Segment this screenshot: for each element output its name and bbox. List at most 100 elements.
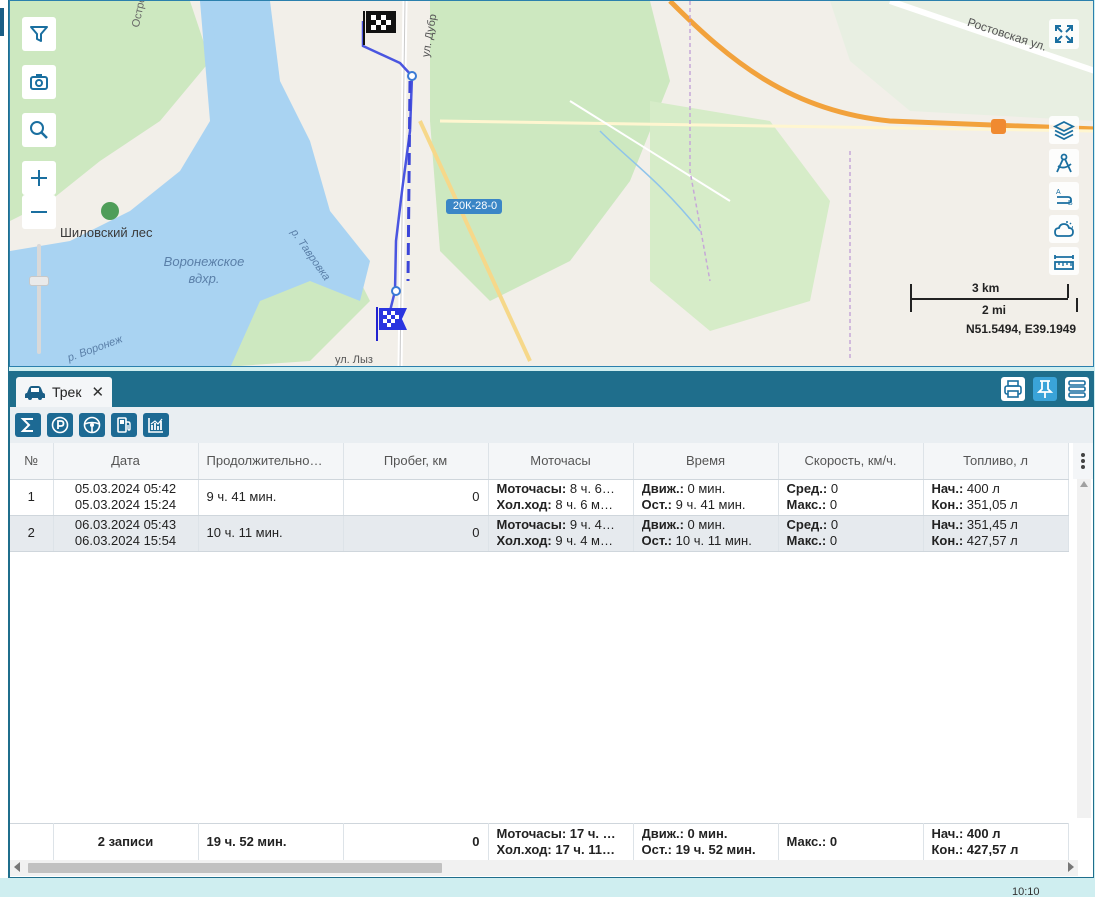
column-header-num[interactable]: № (10, 443, 54, 480)
close-icon[interactable]: ✕ (91, 383, 104, 401)
summary-fuel-end: Кон.: 427,57 л (931, 841, 1019, 857)
sum-icon (20, 418, 33, 432)
track-panel: Трек ✕ № Дата Продолжительно… Пробег, км… (9, 371, 1094, 878)
column-header-speed[interactable]: Скорость, км/ч. (778, 443, 924, 480)
table-summary: 2 записи 19 ч. 52 мин. 0 Моточасы: 17 ч.… (10, 823, 1069, 860)
column-menu-button[interactable] (1073, 443, 1093, 479)
column-header-duration[interactable]: Продолжительно… (198, 443, 344, 480)
zoom-slider-track[interactable] (37, 244, 41, 354)
horizontal-scroll-thumb[interactable] (28, 863, 442, 873)
summary-row: 2 записи 19 ч. 52 мин. 0 Моточасы: 17 ч.… (10, 823, 1069, 860)
moto-label: Моточасы: (496, 517, 567, 532)
zoom-out-icon (31, 211, 47, 213)
row-fuel: Нач.: 400 л Кон.: 351,05 л (923, 479, 1069, 516)
table-row[interactable]: 2 06.03.2024 05:43 06.03.2024 15:54 10 ч.… (10, 515, 1069, 552)
move-label: Движ.: (641, 517, 684, 532)
pin-button[interactable] (1033, 377, 1057, 401)
summary-idle: Хол.ход: 17 ч. 11… (496, 841, 615, 857)
tab-track[interactable]: Трек ✕ (16, 377, 112, 407)
column-header-engine-hours[interactable]: Моточасы (488, 443, 634, 480)
avg-label: Сред.: (786, 517, 828, 532)
search-icon (30, 121, 48, 139)
row-fuel: Нач.: 351,45 л Кон.: 427,57 л (923, 515, 1069, 552)
map-view[interactable]: Острогожская ул. Шиловский лес Воронежск… (9, 0, 1094, 367)
search-button[interactable] (22, 113, 56, 147)
column-header-date[interactable]: Дата (53, 443, 199, 480)
row-duration: 10 ч. 11 мин. (198, 515, 344, 552)
left-edge-panel (0, 0, 9, 878)
chart-button[interactable] (143, 413, 169, 437)
filter-button[interactable] (22, 17, 56, 51)
row-duration: 9 ч. 41 мин. (198, 479, 344, 516)
fullscreen-button[interactable] (1049, 19, 1079, 49)
zoom-out-button[interactable] (22, 195, 56, 229)
layout-icon (1068, 380, 1086, 398)
layers-button[interactable] (1049, 116, 1079, 144)
taskbar-clock: 10:10 (1012, 886, 1040, 897)
max-label: Макс.: (786, 497, 827, 512)
column-header-fuel[interactable]: Топливо, л (923, 443, 1069, 480)
measure-button[interactable] (1049, 149, 1079, 177)
print-button[interactable] (1001, 377, 1025, 401)
summary-empty-cell (10, 823, 54, 860)
map-scale: 3 km 2 mi (910, 281, 1082, 321)
row-mileage: 0 (343, 515, 489, 552)
driving-button[interactable] (79, 413, 105, 437)
road-number-label: 20К-28-0 (452, 200, 498, 212)
avg-value: 0 (830, 481, 839, 496)
print-icon (1004, 380, 1022, 398)
summary-moto: Моточасы: 17 ч. … (496, 825, 616, 841)
weather-button[interactable] (1049, 215, 1079, 243)
reservoir-label: Воронежское вдхр. (163, 254, 245, 286)
layout-button[interactable] (1065, 377, 1089, 401)
summary-stop: Ост.: 19 ч. 52 мин. (641, 841, 756, 857)
summary-button[interactable] (15, 413, 41, 437)
table-row[interactable]: 1 05.03.2024 05:42 05.03.2024 15:24 9 ч. … (10, 479, 1069, 516)
fuel-button[interactable] (111, 413, 137, 437)
fuel-end-label: Кон.: (931, 533, 964, 548)
table-header-row: № Дата Продолжительно… Пробег, км Моточа… (10, 443, 1069, 480)
ruler-button[interactable] (1049, 247, 1079, 275)
route-button[interactable]: AB (1049, 182, 1079, 210)
scroll-up-icon[interactable] (1080, 481, 1088, 487)
fuel-end-label: Кон.: (931, 497, 964, 512)
track-table: № Дата Продолжительно… Пробег, км Моточа… (10, 443, 1069, 552)
move-value: 0 мин. (687, 517, 726, 532)
idle-label: Хол.ход: (496, 533, 552, 548)
avg-value: 0 (830, 517, 839, 532)
idle-value: 8 ч. 6 м… (555, 497, 613, 512)
tab-track-label: Трек (52, 384, 82, 400)
column-header-time[interactable]: Время (633, 443, 779, 480)
fuel-start-label: Нач.: (931, 517, 964, 532)
row-time: Движ.: 0 мин. Ост.: 9 ч. 41 мин. (633, 479, 779, 516)
street-label-lyz: ул. Лыз (335, 354, 373, 366)
parking-button[interactable] (47, 413, 73, 437)
row-mileage: 0 (343, 479, 489, 516)
filter-icon (30, 26, 48, 42)
column-header-mileage[interactable]: Пробег, км (343, 443, 489, 480)
date-start: 06.03.2024 05:43 (74, 517, 177, 532)
scroll-right-icon[interactable] (1068, 862, 1074, 872)
horizontal-scrollbar[interactable] (10, 860, 1078, 876)
os-taskbar: 10:10 (0, 878, 1095, 897)
summary-fuel: Нач.: 400 л Кон.: 427,57 л (923, 823, 1069, 860)
move-label: Движ.: (641, 481, 684, 496)
zoom-in-button[interactable] (22, 161, 56, 195)
panel-actions (1001, 377, 1089, 401)
car-icon (25, 386, 45, 400)
zoom-slider-handle[interactable] (29, 276, 49, 286)
vertical-scrollbar[interactable] (1077, 479, 1091, 818)
report-toolbar (10, 407, 1093, 443)
summary-fuel-start: Нач.: 400 л (931, 825, 1001, 841)
fullscreen-icon (1055, 25, 1073, 43)
summary-duration: 19 ч. 52 мин. (198, 823, 344, 860)
date-end: 05.03.2024 15:24 (74, 497, 177, 512)
row-number: 2 (10, 515, 54, 552)
scale-mi-label: 2 mi (982, 303, 1007, 317)
max-value: 0 (829, 497, 838, 512)
panel-tabbar: Трек ✕ (10, 372, 1093, 407)
screenshot-button[interactable] (22, 65, 56, 99)
cursor-coordinates: N51.5494, E39.1949 (966, 322, 1077, 336)
ruler-icon (1054, 255, 1074, 270)
scroll-left-icon[interactable] (14, 862, 20, 872)
